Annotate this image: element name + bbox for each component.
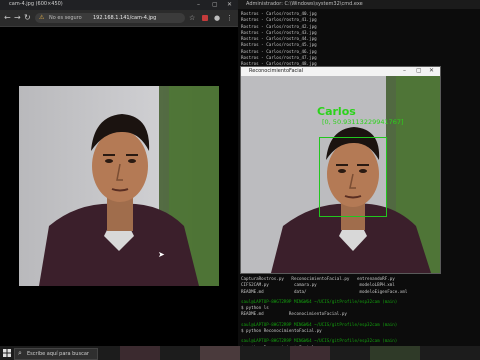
taskbar: ⌕ Escribe aquí para buscar [0, 346, 480, 360]
menu-dots-icon[interactable]: ⋮ [226, 14, 233, 22]
extension-icon[interactable] [202, 15, 208, 21]
face-recognition-window[interactable]: ReconocimientoFacial – ▢ ✕ Carlos [0, 50… [240, 66, 441, 274]
reload-icon[interactable]: ↻ [24, 13, 31, 22]
mouse-cursor-icon: ➤ [158, 250, 165, 259]
search-icon: ⌕ [18, 349, 22, 357]
popup-titlebar: ReconocimientoFacial – ▢ ✕ [241, 67, 440, 76]
profile-icon[interactable]: ● [214, 14, 220, 22]
warning-icon[interactable]: ⚠ [39, 14, 44, 21]
windows-start-icon[interactable] [3, 349, 11, 357]
minimize-icon[interactable]: – [197, 1, 200, 9]
camera-image-content [19, 86, 219, 286]
browser-window: cam-4.jpg (600×450) – ▢ ✕ ← → ↻ ⚠ No es … [0, 0, 238, 346]
insecure-label: No es seguro [49, 15, 82, 21]
taskbar-app-thumbnail[interactable] [290, 346, 330, 360]
terminal-output: CapturaRostros.py ReconocimientoFacial.p… [241, 276, 476, 351]
terminal-titlebar: Administrador: C:\Windows\system32\cmd.e… [238, 0, 480, 9]
popup-title: ReconocimientoFacial [249, 68, 304, 74]
terminal-log: Rostros - Carlos/rostro_40.jpg Rostros -… [241, 11, 476, 74]
taskbar-app-thumbnail[interactable] [120, 346, 160, 360]
browser-titlebar: cam-4.jpg (600×450) – ▢ ✕ [0, 0, 238, 10]
terminal-title: Administrador: C:\Windows\system32\cmd.e… [246, 1, 363, 7]
forward-icon[interactable]: → [14, 13, 21, 22]
recognition-video-feed: Carlos [0, 50.93113229941767] [241, 76, 440, 273]
maximize-icon[interactable]: ▢ [416, 67, 422, 75]
close-icon[interactable]: ✕ [227, 1, 232, 9]
bookmark-star-icon[interactable]: ☆ [189, 14, 195, 22]
browser-toolbar: ← → ↻ ⚠ No es seguro 192.168.1.141/cam-4… [0, 10, 238, 27]
taskbar-app-thumbnail[interactable] [200, 346, 240, 360]
browser-tab-title[interactable]: cam-4.jpg (600×450) [9, 1, 63, 7]
close-icon[interactable]: ✕ [429, 67, 434, 75]
face-detection-box [319, 137, 387, 217]
url-text[interactable]: 192.168.1.141/cam-4.jpg [93, 15, 156, 21]
camera-image [19, 86, 219, 286]
detected-name-label: Carlos [317, 105, 356, 118]
confidence-label: [0, 50.93113229941767] [322, 118, 404, 126]
back-icon[interactable]: ← [4, 13, 11, 22]
maximize-icon[interactable]: ▢ [212, 1, 218, 9]
taskbar-search-box[interactable]: ⌕ Escribe aquí para buscar [14, 348, 98, 360]
address-bar[interactable]: ⚠ No es seguro 192.168.1.141/cam-4.jpg [35, 13, 185, 23]
taskbar-app-thumbnail[interactable] [370, 346, 420, 360]
minimize-icon[interactable]: – [403, 67, 406, 75]
search-placeholder: Escribe aquí para buscar [27, 351, 89, 357]
